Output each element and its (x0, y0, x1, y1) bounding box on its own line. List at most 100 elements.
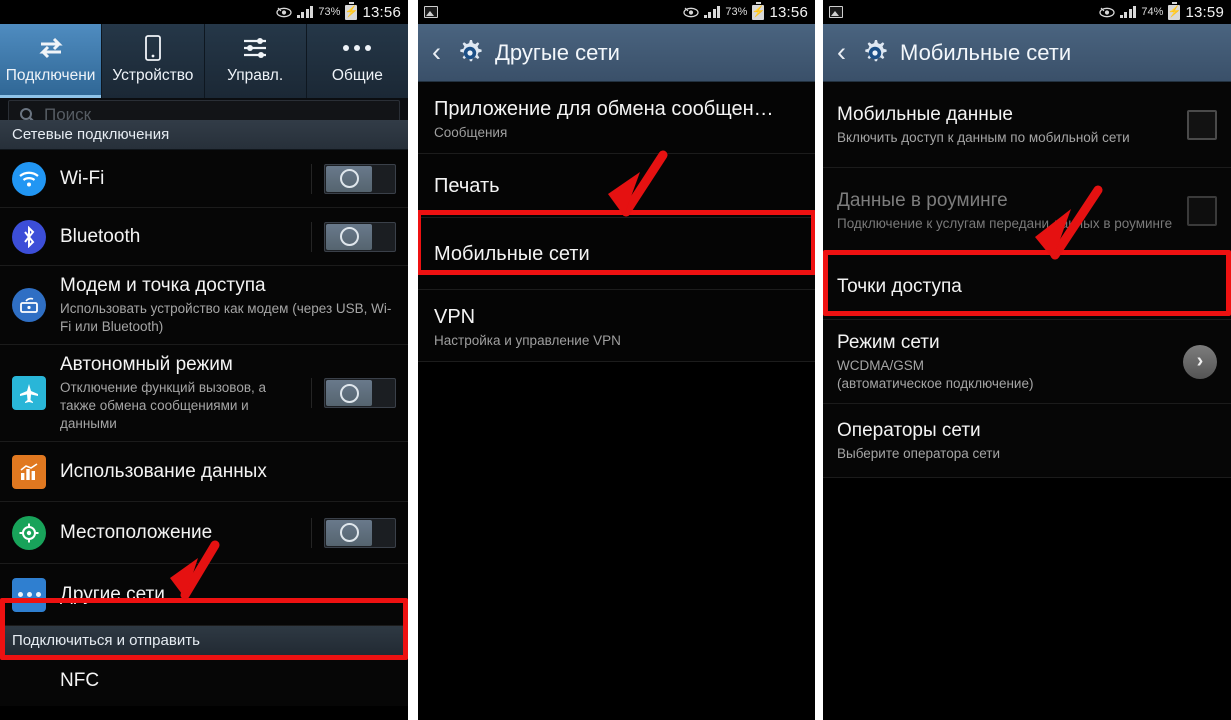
other-networks-icon (12, 577, 46, 612)
panel-divider-1 (408, 0, 418, 720)
list-item-title: Приложение для обмена сообщен… (434, 97, 774, 120)
settings-tab-bar: Подключени Устройство Управл. Общие (0, 24, 408, 98)
back-button[interactable]: ‹ (833, 39, 850, 66)
list-item-text: Операторы сети Выберите оператора сети (837, 419, 1217, 463)
battery-charging-icon: ⚡ (1167, 1, 1182, 20)
panel-mobile-networks: 74% ⚡ 13:59 ‹ Мобильные сети Мобильные д… (823, 0, 1231, 720)
list-item-access-points[interactable]: Точки доступа (823, 254, 1231, 320)
list-item-mobile-networks[interactable]: Мобильные сети (418, 218, 815, 290)
page-title: Мобильные сети (900, 39, 1072, 65)
signal-icon (1119, 6, 1137, 18)
list-item-subtitle: WCDMA/GSM (автоматическое подключение) (837, 357, 1034, 391)
chevron-right-icon[interactable]: › (1183, 344, 1217, 379)
wifi-toggle-cell (311, 163, 396, 194)
picture-icon (829, 6, 843, 18)
list-item-text: Использование данных (60, 460, 396, 484)
list-item-text: Данные в роуминге Подключение к услугам … (837, 189, 1187, 233)
list-item-data-roaming[interactable]: Данные в роуминге Подключение к услугам … (823, 168, 1231, 254)
tab-device-label: Устройство (112, 67, 194, 84)
list-item-messaging-app[interactable]: Приложение для обмена сообщен… Сообщения (418, 82, 815, 154)
list-item-data-usage[interactable]: Использование данных (0, 442, 408, 502)
list-item-text: Bluetooth (60, 225, 303, 249)
list-item-print[interactable]: Печать (418, 154, 815, 218)
status-bar: 74% ⚡ 13:59 (823, 0, 1231, 24)
list-item-title: Мобильные данные (837, 103, 1013, 125)
page-title: Другые сети (495, 39, 620, 65)
list-item-location[interactable]: Местоположение (0, 502, 408, 564)
status-bar-right: 73% ⚡ 13:56 (276, 1, 401, 21)
list-item-title: Местоположение (60, 521, 213, 543)
tab-device[interactable]: Устройство (102, 24, 205, 98)
data-usage-icon (12, 454, 46, 489)
list-item-title: Точки доступа (837, 275, 962, 297)
nfc-icon-placeholder (12, 664, 46, 698)
list-item-mobile-data[interactable]: Мобильные данные Включить доступ к данны… (823, 82, 1231, 168)
empty-area (823, 478, 1231, 720)
clock-label: 13:59 (1185, 3, 1224, 21)
device-icon (144, 33, 162, 63)
wifi-toggle[interactable] (324, 163, 396, 194)
list-item-network-mode[interactable]: Режим сети WCDMA/GSM (автоматическое под… (823, 320, 1231, 404)
list-item-text: Wi-Fi (60, 167, 303, 191)
airplane-toggle[interactable] (324, 378, 396, 408)
list-item-text: Режим сети WCDMA/GSM (автоматическое под… (837, 331, 1183, 393)
data-roaming-checkbox[interactable] (1187, 195, 1217, 226)
signal-icon (703, 6, 721, 18)
toggle-knob (326, 519, 372, 546)
location-toggle-cell (311, 517, 396, 548)
toggle-knob (326, 223, 372, 250)
tab-controls[interactable]: Управл. (204, 24, 307, 98)
tab-connections-label: Подключени (5, 67, 96, 84)
back-button[interactable]: ‹ (428, 39, 445, 66)
list-item-title: Wi-Fi (60, 167, 105, 189)
battery-charging-icon: ⚡ (344, 1, 359, 20)
tethering-icon (12, 288, 46, 322)
list-item-text: Точки доступа (837, 275, 1217, 299)
tab-controls-label: Управл. (227, 67, 284, 84)
search-placeholder: Поиск (44, 105, 92, 120)
list-item-subtitle: Отключение функций вызовов, а также обме… (60, 380, 267, 431)
battery-percent-label: 73% (318, 6, 341, 18)
signal-icon (296, 6, 314, 18)
location-icon (12, 515, 46, 550)
status-bar-left (829, 6, 1099, 18)
list-item-title: Операторы сети (837, 419, 981, 441)
battery-charging-icon: ⚡ (751, 1, 766, 20)
airplane-icon (12, 376, 46, 410)
bluetooth-toggle[interactable] (324, 221, 396, 252)
list-item-title: Автономный режим (60, 354, 233, 375)
list-item-title: Режим сети (837, 331, 940, 353)
list-item-subtitle: Использовать устройство как модем (через… (60, 301, 392, 334)
status-bar-left (424, 6, 683, 18)
tab-connections[interactable]: Подключени (0, 24, 103, 98)
list-item-text: Модем и точка доступа Использовать устро… (60, 274, 396, 336)
list-item-tethering[interactable]: Модем и точка доступа Использовать устро… (0, 266, 408, 345)
eye-icon (683, 7, 699, 18)
panel-connections-settings: 73% ⚡ 13:56 Подключени Устройство Управл… (0, 0, 408, 720)
list-item-subtitle: Сообщения (434, 124, 508, 140)
picture-icon (424, 6, 438, 18)
list-item-wifi[interactable]: Wi-Fi (0, 150, 408, 208)
list-item-network-operators[interactable]: Операторы сети Выберите оператора сети (823, 404, 1231, 478)
list-item-text: NFC (60, 669, 396, 693)
list-item-bluetooth[interactable]: Bluetooth (0, 208, 408, 266)
search-input[interactable]: Поиск (8, 100, 400, 120)
list-item-other-networks[interactable]: Другие сети (0, 564, 408, 626)
list-item-vpn[interactable]: VPN Настройка и управление VPN (418, 290, 815, 362)
list-item-text: Автономный режим Отключение функций вызо… (60, 353, 303, 433)
list-item-title: VPN (434, 305, 476, 328)
status-bar: 73% ⚡ 13:56 (418, 0, 815, 24)
section-header-connect-and-send: Подключиться и отправить (0, 626, 408, 656)
connections-icon (37, 33, 65, 63)
list-item-text: Другие сети (60, 583, 396, 607)
list-item-nfc[interactable]: NFC (0, 656, 408, 706)
tab-general[interactable]: Общие (306, 24, 408, 98)
list-item-subtitle: Включить доступ к данным по мобильной се… (837, 129, 1130, 145)
list-item-subtitle: Настройка и управление VPN (434, 332, 621, 348)
tab-general-label: Общие (331, 67, 383, 84)
toggle-knob (326, 380, 372, 406)
mobile-data-checkbox[interactable] (1187, 109, 1217, 140)
list-item-title: Мобильные сети (434, 242, 590, 265)
location-toggle[interactable] (324, 517, 396, 548)
list-item-airplane-mode[interactable]: Автономный режим Отключение функций вызо… (0, 345, 408, 442)
